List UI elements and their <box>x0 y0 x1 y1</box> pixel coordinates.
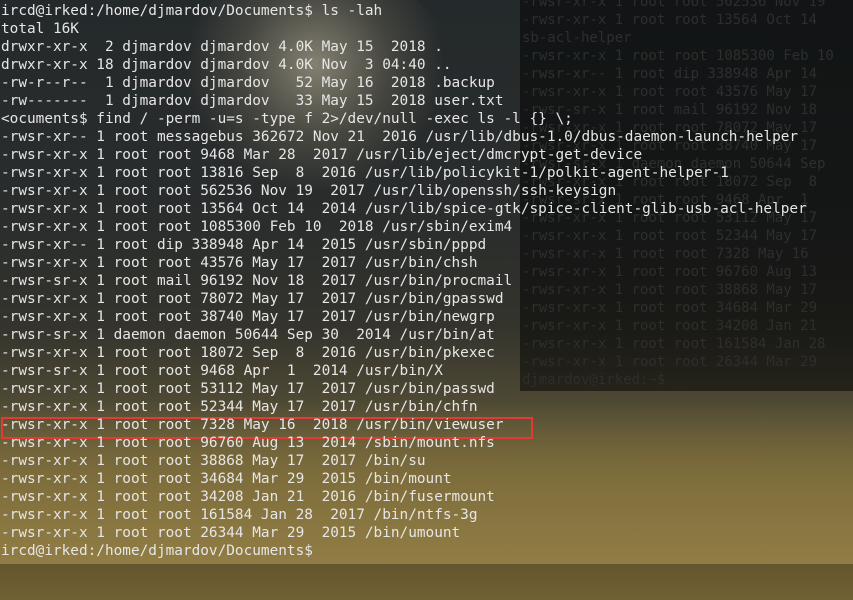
terminal-output-line: -rwsr-xr-- 1 root messagebus 362672 Nov … <box>1 129 799 145</box>
terminal-output-line: -rwsr-xr-x 1 root root 1085300 Feb 10 20… <box>1 219 513 235</box>
terminal-output-line: -rw-r--r-- 1 djmardov djmardov 52 May 16… <box>1 75 495 91</box>
terminal-output-line: -rwsr-xr-x 1 root root 9468 Mar 28 2017 … <box>1 147 643 163</box>
terminal-output-line: -rwsr-xr-x 1 root root 26344 Mar 29 2015… <box>1 525 461 541</box>
terminal-output-line: -rwsr-sr-x 1 root mail 96192 Nov 18 2017… <box>1 273 513 289</box>
terminal-output-line: -rwsr-xr-x 1 root root 562536 Nov 19 201… <box>1 183 617 199</box>
terminal-command-line: <ocuments$ find / -perm -u=s -type f 2>/… <box>1 111 573 127</box>
terminal-output-line: drwxr-xr-x 2 djmardov djmardov 4.0K May … <box>1 39 443 55</box>
terminal-prompt: ircd@irked:/home/djmardov/Documents$ <box>1 543 322 559</box>
terminal-output-line: -rwsr-xr-x 1 root root 38740 May 17 2017… <box>1 309 495 325</box>
terminal-output-line: -rwsr-xr-x 1 root root 13816 Sep 8 2016 … <box>1 165 729 181</box>
foreground-terminal-window[interactable]: ircd@irked:/home/djmardov/Documents$ ls … <box>0 0 853 564</box>
terminal-output-line: -rwsr-xr-x 1 root root 96760 Aug 13 2014… <box>1 435 495 451</box>
terminal-output-line-viewuser: -rwsr-xr-x 1 root root 7328 May 16 2018 … <box>1 417 504 433</box>
terminal-output-line: -rwsr-xr-x 1 root root 18072 Sep 8 2016 … <box>1 345 495 361</box>
terminal-output-line: -rwsr-xr-x 1 root root 53112 May 17 2017… <box>1 381 495 397</box>
terminal-output-line: -rwsr-xr-x 1 root root 34684 Mar 29 2015… <box>1 471 452 487</box>
terminal-output-line: -rwsr-xr-x 1 root root 38868 May 17 2017… <box>1 453 426 469</box>
terminal-output-line: -rwsr-xr-- 1 root dip 338948 Apr 14 2015… <box>1 237 487 253</box>
terminal-output-line: -rwsr-xr-x 1 root root 43576 May 17 2017… <box>1 255 478 271</box>
terminal-output-line: total 16K <box>1 21 79 37</box>
terminal-command-line: ircd@irked:/home/djmardov/Documents$ ls … <box>1 3 383 19</box>
terminal-output-line: -rwsr-sr-x 1 root root 9468 Apr 1 2014 /… <box>1 363 443 379</box>
terminal-output-line: drwxr-xr-x 18 djmardov djmardov 4.0K Nov… <box>1 57 452 73</box>
terminal-output-line: -rwsr-xr-x 1 root root 161584 Jan 28 201… <box>1 507 478 523</box>
terminal-output-line: -rwsr-xr-x 1 root root 13564 Oct 14 2014… <box>1 201 807 217</box>
terminal-output-line: -rwsr-sr-x 1 daemon daemon 50644 Sep 30 … <box>1 327 495 343</box>
terminal-output-line: -rwsr-xr-x 1 root root 78072 May 17 2017… <box>1 291 504 307</box>
terminal-output-line: -rw------- 1 djmardov djmardov 33 May 15… <box>1 93 504 109</box>
terminal-output-line: -rwsr-xr-x 1 root root 34208 Jan 21 2016… <box>1 489 495 505</box>
terminal-output-line: -rwsr-xr-x 1 root root 52344 May 17 2017… <box>1 399 478 415</box>
